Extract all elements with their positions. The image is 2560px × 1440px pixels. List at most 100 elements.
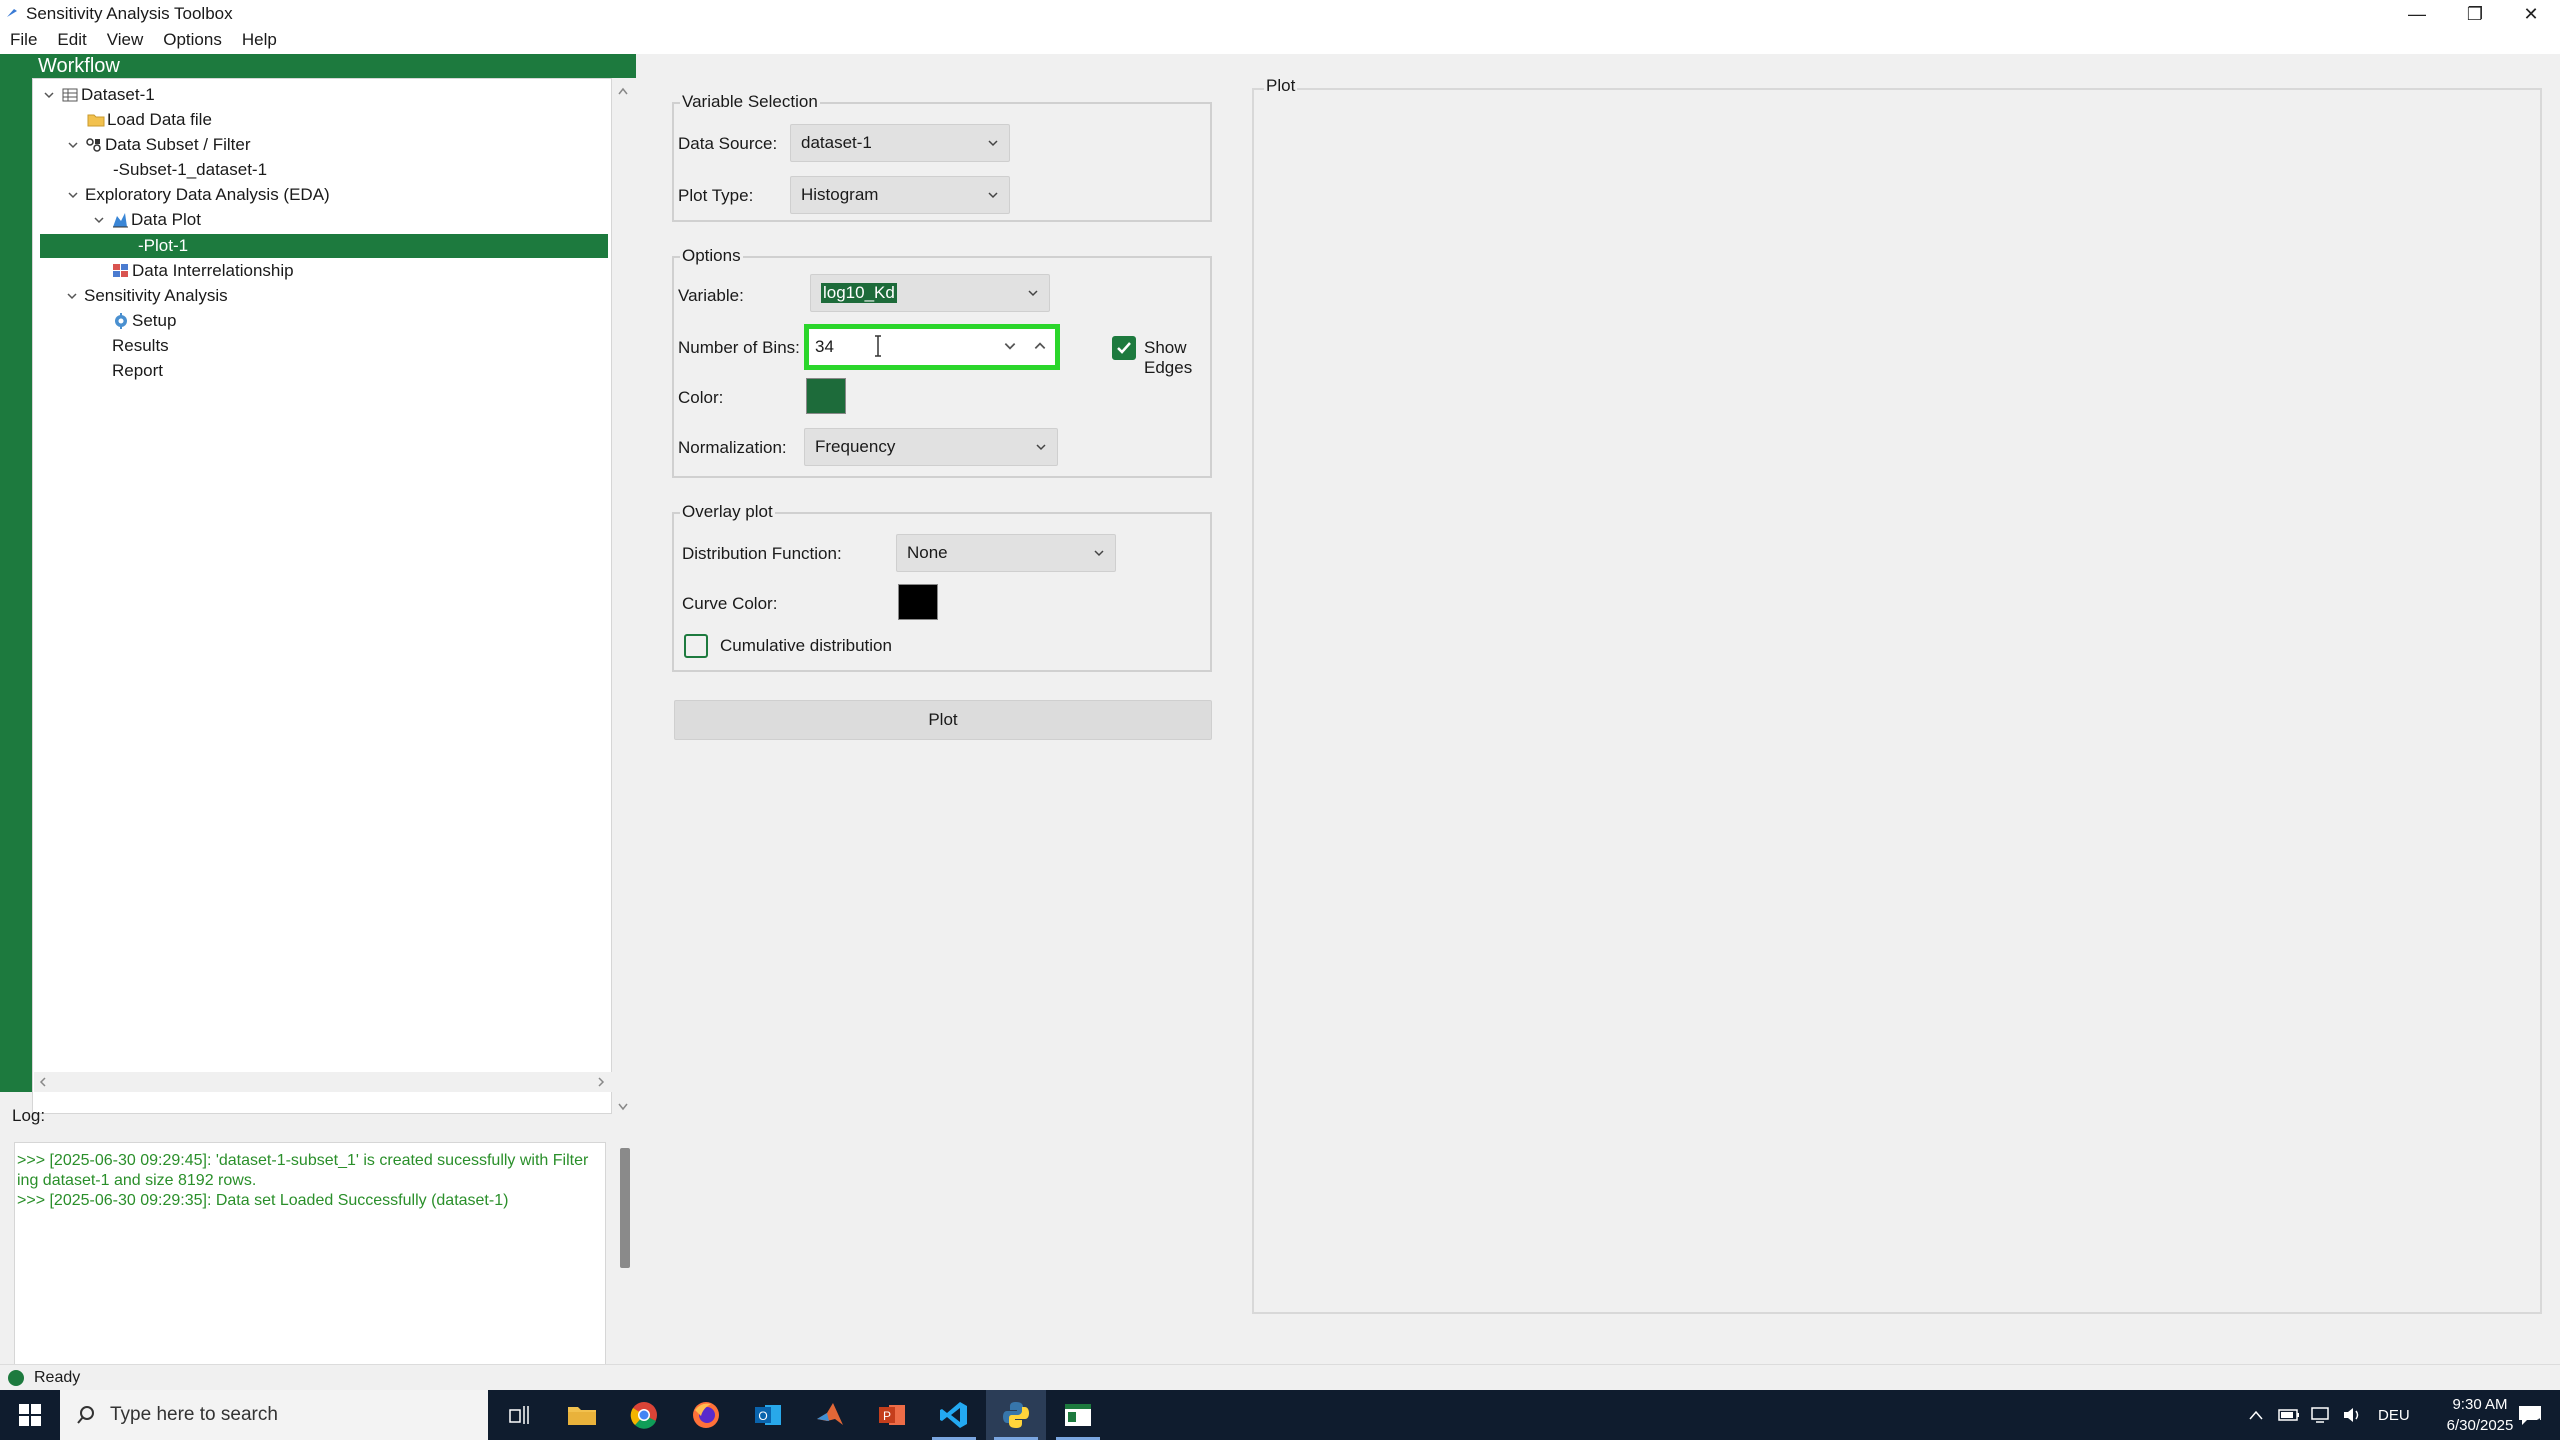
show-edges-checkbox[interactable]: [1112, 336, 1136, 360]
text-cursor-icon: [875, 335, 881, 357]
chevron-down-icon[interactable]: [617, 1102, 629, 1112]
options-group: Options Variable: log10_Kd Number of Bin…: [672, 246, 1212, 478]
log-line: >>> [2025-06-30 09:29:35]: Data set Load…: [17, 1192, 509, 1209]
chevron-up-icon[interactable]: [617, 86, 629, 96]
battery-icon[interactable]: [2278, 1407, 2300, 1423]
status-bar: Ready: [0, 1364, 2560, 1390]
menu-options[interactable]: Options: [153, 28, 232, 54]
variable-selection-title: Variable Selection: [680, 92, 820, 112]
tree-item-data-subset-filter[interactable]: Data Subset / Filter: [65, 133, 251, 157]
chrome-icon: [630, 1402, 657, 1429]
tree-item-report[interactable]: Report: [112, 359, 163, 383]
increment-icon[interactable]: [1033, 339, 1047, 353]
maximize-icon: ❐: [2466, 3, 2484, 24]
plot-panel-title: Plot: [1264, 76, 1298, 96]
task-view-icon: [509, 1406, 529, 1424]
tree-vertical-scrollbar[interactable]: [612, 78, 634, 1111]
file-explorer-button[interactable]: [552, 1390, 612, 1440]
network-icon[interactable]: [2310, 1406, 2332, 1424]
taskbar-search[interactable]: Type here to search: [60, 1390, 488, 1440]
close-window-button[interactable]: ✕: [2502, 0, 2560, 28]
chrome-button[interactable]: [614, 1390, 674, 1440]
chevron-up-icon[interactable]: [2248, 1409, 2264, 1421]
cumulative-distribution-checkbox[interactable]: [684, 634, 708, 658]
plot-type-dropdown[interactable]: Histogram: [790, 176, 1010, 214]
plot-type-label: Plot Type:: [678, 186, 754, 205]
tree-item-dataset-1[interactable]: Dataset-1: [41, 83, 155, 107]
variable-dropdown[interactable]: log10_Kd: [810, 274, 1050, 312]
tree-item-results[interactable]: Results: [112, 334, 169, 358]
tree-item-setup[interactable]: Setup: [112, 309, 176, 333]
tree-item-eda[interactable]: Exploratory Data Analysis (EDA): [65, 183, 330, 207]
log-scrollbar-thumb[interactable]: [620, 1148, 630, 1268]
distribution-function-dropdown[interactable]: None: [896, 534, 1116, 572]
vscode-button[interactable]: [924, 1390, 984, 1440]
speaker-icon[interactable]: [2342, 1406, 2364, 1424]
tree-item-data-plot[interactable]: Data Plot: [91, 208, 201, 232]
cumulative-distribution-label: Cumulative distribution: [720, 636, 892, 655]
menu-bar: File Edit View Options Help: [0, 28, 2560, 54]
menu-view[interactable]: View: [97, 28, 154, 54]
color-swatch[interactable]: [806, 378, 846, 414]
chevron-down-icon[interactable]: [65, 187, 81, 203]
tree-item-label: Dataset-1: [81, 85, 155, 104]
tree-item-sensitivity-analysis[interactable]: Sensitivity Analysis: [64, 284, 228, 308]
settings-panel: Variable Selection Data Source: dataset-…: [636, 54, 1248, 1364]
checkmark-icon: [1117, 342, 1131, 354]
chevron-down-icon[interactable]: [65, 137, 81, 153]
plot-type-value: Histogram: [801, 185, 879, 204]
status-indicator-icon: [8, 1370, 24, 1386]
toolbox-app-button[interactable]: [1048, 1390, 1108, 1440]
tree-item-label: Report: [112, 361, 164, 380]
show-edges-label: Show Edges: [1144, 338, 1193, 377]
task-view-button[interactable]: [490, 1390, 550, 1440]
python-app-button[interactable]: [986, 1390, 1046, 1440]
svg-text:O: O: [758, 1409, 767, 1423]
chevron-left-icon[interactable]: [38, 1076, 48, 1088]
tree-item-label: Results: [112, 336, 169, 355]
matlab-icon: [817, 1403, 843, 1425]
firefox-button[interactable]: [676, 1390, 736, 1440]
taskbar: Type here to search O P DEU 9:30 AM 6/30…: [0, 1390, 2560, 1440]
normalization-dropdown[interactable]: Frequency: [804, 428, 1058, 466]
plot-area[interactable]: Plot: [1252, 76, 2542, 1314]
color-label: Color:: [678, 388, 724, 407]
left-panel: Workflow Dataset-1 Load Data file Data S…: [0, 54, 636, 1418]
start-button[interactable]: [0, 1390, 60, 1440]
python-icon: [1003, 1402, 1029, 1428]
window-title: Sensitivity Analysis Toolbox: [26, 4, 233, 23]
maximize-button[interactable]: ❐: [2446, 0, 2504, 28]
minimize-icon: —: [2408, 3, 2426, 24]
window-app-icon: [1065, 1404, 1091, 1426]
decrement-icon[interactable]: [1003, 339, 1017, 353]
plot-button[interactable]: Plot: [674, 700, 1212, 740]
chevron-down-icon[interactable]: [64, 288, 80, 304]
vscode-icon: [940, 1402, 967, 1428]
tree-item-load-data-file[interactable]: Load Data file: [87, 108, 212, 132]
chevron-right-icon[interactable]: [596, 1076, 606, 1088]
tree-item-plot-1[interactable]: -Plot-1: [40, 234, 608, 258]
tree-item-subset-1[interactable]: -Subset-1_dataset-1: [113, 158, 267, 182]
number-of-bins-spinbox[interactable]: 34: [804, 324, 1060, 370]
curve-color-swatch[interactable]: [898, 584, 938, 620]
matlab-button[interactable]: [800, 1390, 860, 1440]
minimize-button[interactable]: —: [2388, 0, 2446, 28]
powerpoint-button[interactable]: P: [862, 1390, 922, 1440]
menu-help[interactable]: Help: [232, 28, 287, 54]
tree-horizontal-scrollbar[interactable]: [34, 1072, 612, 1092]
app-icon: [7, 9, 17, 17]
folder-icon: [568, 1407, 596, 1425]
variable-label: Variable:: [678, 286, 744, 305]
distribution-function-label: Distribution Function:: [682, 544, 842, 563]
outlook-button[interactable]: O: [738, 1390, 798, 1440]
dataset-icon: [62, 88, 78, 102]
data-source-dropdown[interactable]: dataset-1: [790, 124, 1010, 162]
chevron-down-icon: [1094, 550, 1104, 557]
chevron-down-icon[interactable]: [91, 212, 107, 228]
language-indicator[interactable]: DEU: [2378, 1407, 2410, 1424]
menu-file[interactable]: File: [0, 28, 47, 54]
menu-edit[interactable]: Edit: [47, 28, 96, 54]
chevron-down-icon[interactable]: [41, 87, 57, 103]
notifications-button[interactable]: 1: [2500, 1390, 2560, 1440]
tree-item-data-interrelationship[interactable]: Data Interrelationship: [112, 259, 294, 283]
